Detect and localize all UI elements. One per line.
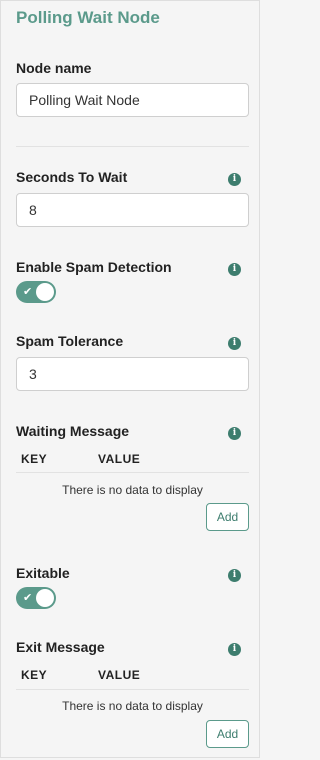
key-column-header: KEY	[21, 668, 48, 682]
add-exit-message-button[interactable]: Add	[206, 720, 249, 748]
seconds-to-wait-label: Seconds To Wait	[16, 169, 128, 185]
exit-message-label: Exit Message	[16, 639, 105, 655]
add-waiting-message-button[interactable]: Add	[206, 503, 249, 531]
exitable-label: Exitable	[16, 565, 70, 581]
waiting-message-label: Waiting Message	[16, 423, 130, 439]
toggle-knob	[36, 589, 54, 607]
empty-table-message: There is no data to display	[62, 483, 203, 497]
node-properties-panel: Polling Wait Node Node name Seconds To W…	[0, 0, 260, 758]
panel-title: Polling Wait Node	[16, 8, 160, 27]
info-icon[interactable]: i	[228, 569, 241, 582]
table-header-divider	[16, 472, 249, 473]
spam-detection-toggle[interactable]: ✔	[16, 281, 56, 303]
check-icon: ✔	[23, 591, 33, 604]
info-icon[interactable]: i	[228, 263, 241, 276]
section-divider	[16, 146, 249, 147]
toggle-knob	[36, 283, 54, 301]
spam-tolerance-input[interactable]	[16, 357, 249, 391]
value-column-header: VALUE	[98, 452, 141, 466]
exitable-toggle[interactable]: ✔	[16, 587, 56, 609]
table-header-divider	[16, 689, 249, 690]
spam-tolerance-label: Spam Tolerance	[16, 333, 124, 349]
key-column-header: KEY	[21, 452, 48, 466]
seconds-to-wait-input[interactable]	[16, 193, 249, 227]
info-icon[interactable]: i	[228, 337, 241, 350]
info-icon[interactable]: i	[228, 173, 241, 186]
info-icon[interactable]: i	[228, 643, 241, 656]
node-name-input[interactable]	[16, 83, 249, 117]
check-icon: ✔	[23, 285, 33, 298]
node-name-label: Node name	[16, 60, 92, 76]
info-icon[interactable]: i	[228, 427, 241, 440]
value-column-header: VALUE	[98, 668, 141, 682]
spam-detection-label: Enable Spam Detection	[16, 259, 172, 275]
empty-table-message: There is no data to display	[62, 699, 203, 713]
